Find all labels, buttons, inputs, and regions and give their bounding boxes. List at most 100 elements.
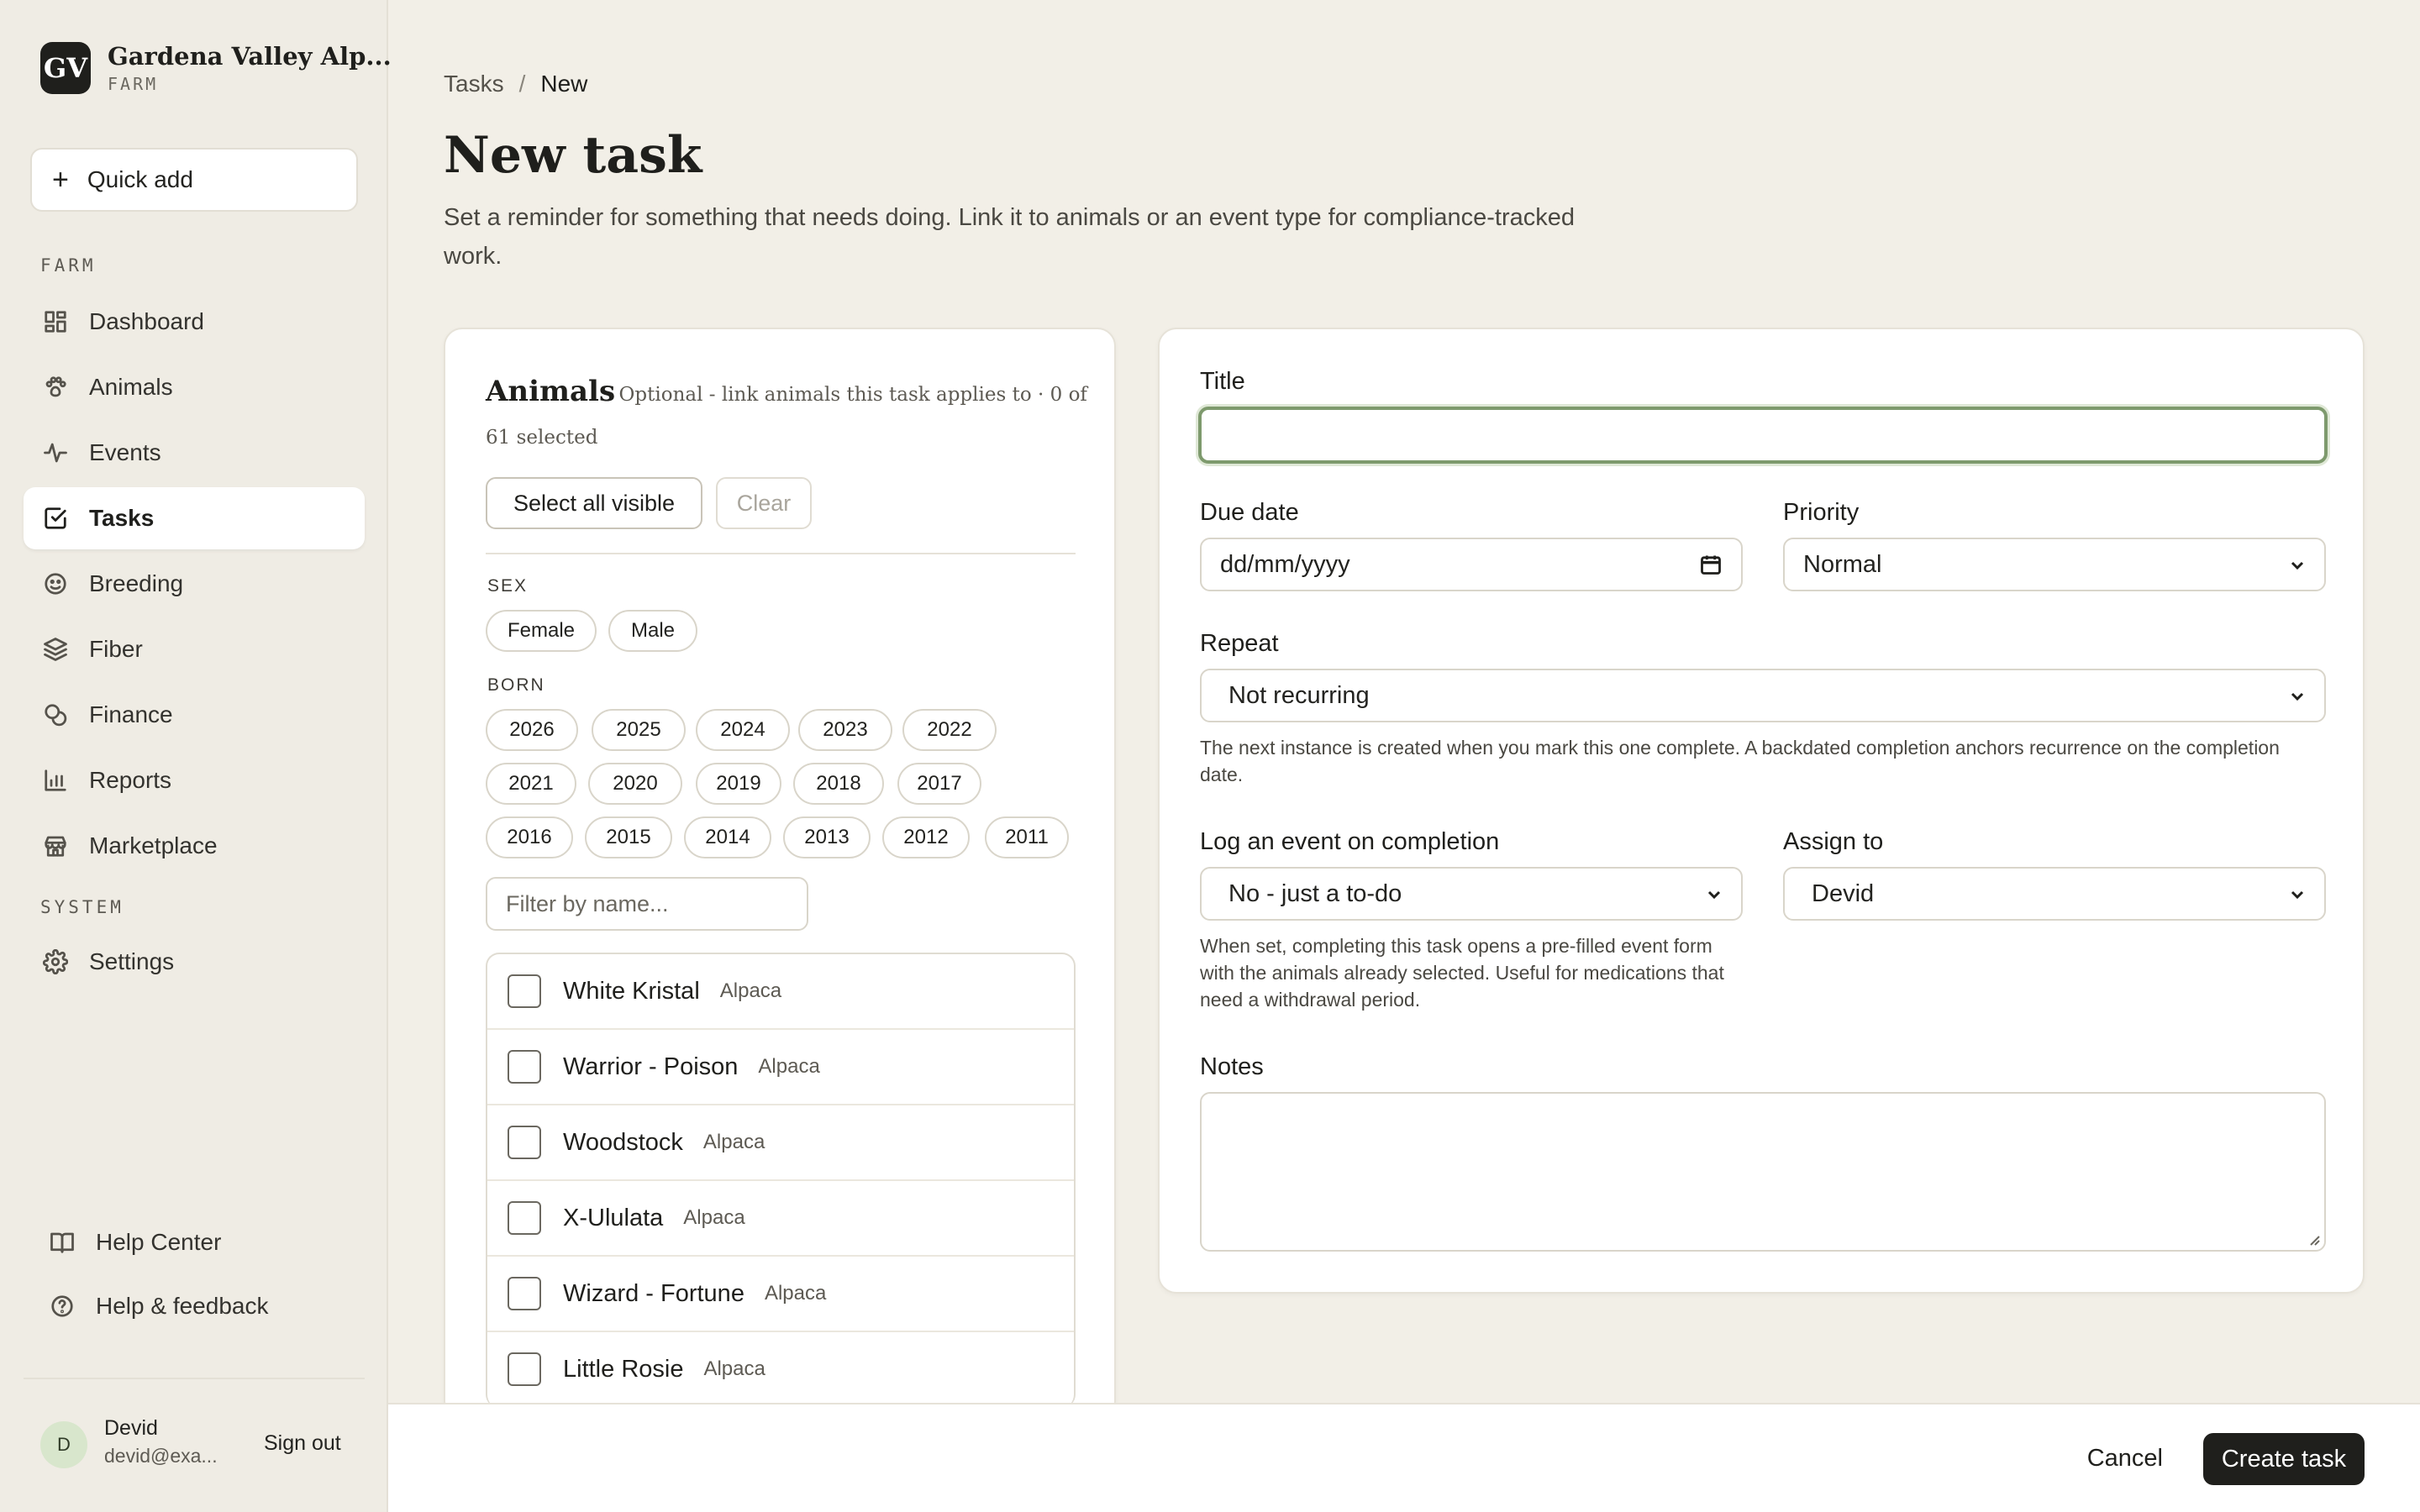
brand-name: Gardena Valley Alp...	[108, 42, 392, 71]
select-all-visible-button[interactable]: Select all visible	[486, 477, 702, 529]
list-item[interactable]: X-Ululata Alpaca	[487, 1181, 1074, 1257]
sidebar-item-label: Settings	[89, 948, 175, 974]
animal-name: Woodstock	[563, 1128, 683, 1156]
chip-born-year[interactable]: 2018	[793, 763, 884, 805]
animal-name: Wizard - Fortune	[563, 1279, 744, 1307]
sign-out-button[interactable]: Sign out	[264, 1431, 341, 1456]
help-feedback-link[interactable]: Help & feedback	[30, 1275, 371, 1337]
chip-born-year[interactable]: 2019	[696, 763, 781, 805]
repeat-select[interactable]: Not recurring	[1200, 669, 2326, 722]
chip-born-year[interactable]: 2016	[486, 816, 573, 858]
sidebar-item-finance[interactable]: Finance	[24, 684, 365, 746]
breadcrumb: Tasks / New	[444, 71, 587, 97]
breadcrumb-parent[interactable]: Tasks	[444, 71, 504, 97]
sidebar-item-dashboard[interactable]: Dashboard	[24, 291, 365, 353]
log-event-value: No - just a to-do	[1228, 879, 1402, 907]
face-icon	[42, 570, 69, 597]
animal-type: Alpaca	[758, 1055, 820, 1078]
calendar-icon[interactable]	[1699, 553, 1723, 576]
list-item[interactable]: Wizard - Fortune Alpaca	[487, 1257, 1074, 1332]
breadcrumb-current: New	[540, 71, 588, 97]
priority-value: Normal	[1803, 550, 1882, 578]
brand-logo: GV	[40, 42, 91, 94]
quick-add-button[interactable]: + Quick add	[30, 148, 358, 212]
checkbox[interactable]	[508, 1126, 541, 1159]
list-item[interactable]: Warrior - Poison Alpaca	[487, 1030, 1074, 1105]
checkbox[interactable]	[508, 974, 541, 1008]
section-label-farm: FARM	[40, 255, 97, 276]
animals-card: Animals Optional - link animals this tas…	[444, 328, 1116, 1420]
clear-button[interactable]: Clear	[716, 477, 812, 529]
sidebar-item-animals[interactable]: Animals	[24, 356, 365, 418]
chip-male[interactable]: Male	[608, 610, 697, 652]
sidebar-item-reports[interactable]: Reports	[24, 749, 365, 811]
chip-born-year[interactable]: 2015	[585, 816, 672, 858]
coins-icon	[42, 701, 69, 728]
animal-type: Alpaca	[719, 979, 782, 1002]
sex-filter-label: SEX	[487, 576, 529, 596]
divider	[486, 553, 1076, 554]
checkbox[interactable]	[508, 1201, 541, 1235]
sidebar-item-label: Breeding	[89, 570, 184, 596]
quick-add-label: Quick add	[87, 166, 193, 192]
avatar[interactable]: D	[40, 1421, 87, 1468]
chip-born-year[interactable]: 2023	[798, 709, 892, 751]
chip-born-year[interactable]: 2012	[882, 816, 970, 858]
help-feedback-label: Help & feedback	[96, 1293, 269, 1319]
chip-born-year[interactable]: 2021	[486, 763, 576, 805]
notes-textarea[interactable]	[1200, 1092, 2326, 1252]
chip-born-year[interactable]: 2026	[486, 709, 578, 751]
cancel-button[interactable]: Cancel	[2087, 1445, 2163, 1473]
list-item[interactable]: Little Rosie Alpaca	[487, 1332, 1074, 1408]
chip-born-year[interactable]: 2017	[897, 763, 981, 805]
brand[interactable]: GV Gardena Valley Alp... FARM	[40, 42, 392, 94]
checkbox[interactable]	[508, 1050, 541, 1084]
chip-born-year[interactable]: 2011	[985, 816, 1069, 858]
animal-type: Alpaca	[683, 1206, 745, 1229]
sidebar-item-label: Fiber	[89, 636, 143, 662]
sidebar-item-events[interactable]: Events	[24, 422, 365, 484]
assign-to-value: Devid	[1812, 879, 1875, 907]
help-center-link[interactable]: Help Center	[30, 1211, 371, 1273]
chip-born-year[interactable]: 2014	[684, 816, 771, 858]
sidebar-item-tasks[interactable]: Tasks	[24, 487, 365, 549]
chip-born-year[interactable]: 2022	[902, 709, 997, 751]
chevron-down-icon	[1704, 884, 1724, 904]
chip-born-year[interactable]: 2013	[783, 816, 871, 858]
form-footer: Cancel Create task	[388, 1403, 2420, 1512]
list-item[interactable]: Woodstock Alpaca	[487, 1105, 1074, 1181]
checkbox[interactable]	[508, 1352, 541, 1386]
sidebar-item-label: Dashboard	[89, 308, 204, 334]
repeat-value: Not recurring	[1228, 681, 1370, 709]
sidebar-item-settings[interactable]: Settings	[24, 931, 365, 993]
paw-icon	[42, 374, 69, 401]
create-task-button[interactable]: Create task	[2203, 1433, 2365, 1485]
chip-born-year[interactable]: 2020	[588, 763, 682, 805]
resize-handle-icon[interactable]	[2306, 1231, 2321, 1247]
book-icon	[49, 1229, 76, 1256]
page-description: Set a reminder for something that needs …	[444, 204, 1575, 270]
title-input[interactable]	[1198, 407, 2328, 464]
sidebar-item-breeding[interactable]: Breeding	[24, 553, 365, 615]
assign-to-select[interactable]: Devid	[1783, 867, 2326, 921]
repeat-label: Repeat	[1200, 630, 1279, 657]
dashboard-icon	[42, 308, 69, 335]
store-icon	[42, 832, 69, 859]
task-form-card: Title Due date dd/mm/yyyy Priority Norma…	[1158, 328, 2365, 1294]
chip-female[interactable]: Female	[486, 610, 597, 652]
chip-born-year[interactable]: 2024	[696, 709, 790, 751]
help-circle-icon	[49, 1293, 76, 1320]
sidebar-item-marketplace[interactable]: Marketplace	[24, 815, 365, 877]
priority-select[interactable]: Normal	[1783, 538, 2326, 591]
due-date-input[interactable]: dd/mm/yyyy	[1200, 538, 1743, 591]
filter-by-name-input[interactable]	[486, 877, 808, 931]
sidebar-item-fiber[interactable]: Fiber	[24, 618, 365, 680]
log-event-select[interactable]: No - just a to-do	[1200, 867, 1743, 921]
chip-born-year[interactable]: 2025	[592, 709, 686, 751]
sidebar-item-label: Animals	[89, 374, 173, 400]
checkbox[interactable]	[508, 1277, 541, 1310]
activity-icon	[42, 439, 69, 466]
brand-subtitle: FARM	[108, 74, 159, 94]
user-email: devid@exa...	[104, 1445, 218, 1467]
list-item[interactable]: White Kristal Alpaca	[487, 954, 1074, 1030]
